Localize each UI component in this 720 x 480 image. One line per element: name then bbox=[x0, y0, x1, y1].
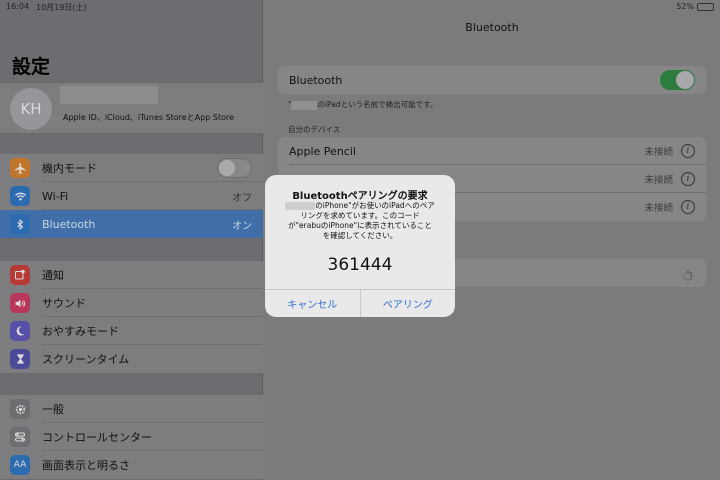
loading-spinner-icon bbox=[682, 267, 694, 282]
discoverable-caption: " のiPadという名前で検出可能です。 bbox=[288, 100, 438, 110]
sidebar-item-label: 通知 bbox=[42, 269, 64, 282]
wifi-icon bbox=[10, 186, 30, 206]
airplane-icon bbox=[10, 158, 30, 178]
settings-sidebar: 設定 KH Apple ID、iCloud、iTunes StoreとApp S… bbox=[0, 0, 263, 480]
sidebar-item-label: 機内モード bbox=[42, 162, 97, 175]
notifications-icon bbox=[10, 265, 30, 285]
sidebar-item-label: スクリーンタイム bbox=[42, 353, 130, 366]
moon-icon bbox=[10, 321, 30, 341]
device-name: Apple Pencil bbox=[289, 144, 356, 158]
airplane-mode-toggle[interactable] bbox=[217, 158, 252, 178]
alert-message: のiPhone"がお使いのiPadへのペア リングを求めています。このコード が… bbox=[277, 201, 443, 241]
info-icon[interactable]: i bbox=[681, 144, 695, 158]
info-icon[interactable]: i bbox=[681, 200, 695, 214]
sound-icon bbox=[10, 293, 30, 313]
sidebar-item-control-center[interactable]: コントロールセンター bbox=[0, 423, 263, 451]
pairing-code: 361444 bbox=[327, 255, 393, 275]
sidebar-item-label: コントロールセンター bbox=[42, 431, 152, 444]
sidebar-item-label: 画面表示と明るさ bbox=[42, 459, 130, 472]
sidebar-title: 設定 bbox=[12, 56, 51, 78]
avatar: KH bbox=[10, 88, 52, 130]
wifi-status-value: オフ bbox=[232, 192, 252, 204]
profile-subtitle: Apple ID、iCloud、iTunes StoreとApp Store bbox=[63, 113, 235, 122]
bluetooth-toggle[interactable] bbox=[660, 70, 695, 90]
device-name-redacted bbox=[291, 100, 318, 110]
bluetooth-toggle-card: Bluetooth bbox=[278, 66, 706, 94]
device-status: 未接続 bbox=[644, 175, 673, 186]
alert-title: Bluetoothペアリングの要求 bbox=[292, 191, 428, 202]
pair-button[interactable]: ペアリング bbox=[359, 290, 456, 317]
sidebar-item-airplane-mode[interactable]: 機内モード bbox=[0, 154, 263, 182]
status-time: 16:04 bbox=[6, 2, 30, 11]
sidebar-item-notifications[interactable]: 通知 bbox=[0, 261, 263, 289]
bluetooth-toggle-label: Bluetooth bbox=[289, 73, 343, 87]
sidebar-item-sound[interactable]: サウンド bbox=[0, 289, 263, 317]
status-date: 10月19日(土) bbox=[36, 3, 87, 12]
gear-icon bbox=[10, 399, 30, 419]
alert-message-line1: のiPhone"がお使いのiPadへのペア bbox=[315, 201, 435, 210]
page-title: Bluetooth bbox=[465, 21, 519, 34]
sidebar-item-label: Wi-Fi bbox=[42, 189, 69, 203]
profile-name-redacted bbox=[60, 86, 158, 104]
battery-icon bbox=[697, 2, 714, 11]
hourglass-icon bbox=[10, 349, 30, 369]
sidebar-item-label: 一般 bbox=[42, 403, 64, 416]
sidebar-item-display-brightness[interactable]: AA 画面表示と明るさ bbox=[0, 451, 263, 479]
info-icon[interactable]: i bbox=[681, 172, 695, 186]
bluetooth-toggle-row: Bluetooth bbox=[278, 66, 706, 94]
sidebar-item-bluetooth[interactable]: Bluetooth オン bbox=[0, 210, 263, 238]
sidebar-item-label: サウンド bbox=[42, 297, 86, 310]
bluetooth-icon bbox=[10, 214, 30, 234]
alert-message-line2: リングを求めています。このコード bbox=[300, 211, 420, 220]
display-icon: AA bbox=[10, 455, 30, 475]
sidebar-item-general[interactable]: 一般 bbox=[0, 395, 263, 423]
sidebar-group-general: 一般 コントロールセンター AA 画面表示と明るさ bbox=[0, 395, 263, 479]
sidebar-item-screen-time[interactable]: スクリーンタイム bbox=[0, 345, 263, 373]
control-center-icon bbox=[10, 427, 30, 447]
sidebar-group-notifications: 通知 サウンド おやすみモード スクリーンタイム bbox=[0, 261, 263, 373]
device-row-apple-pencil[interactable]: Apple Pencil 未接続 i bbox=[278, 137, 706, 165]
pairing-request-alert: Bluetoothペアリングの要求 のiPhone"がお使いのiPadへのペア … bbox=[265, 175, 455, 317]
device-status: 未接続 bbox=[644, 147, 673, 158]
cancel-button[interactable]: キャンセル bbox=[265, 290, 360, 317]
sidebar-item-do-not-disturb[interactable]: おやすみモード bbox=[0, 317, 263, 345]
bluetooth-status-value: オン bbox=[232, 220, 252, 232]
sidebar-item-label: Bluetooth bbox=[42, 217, 96, 231]
alert-message-line3: が"erabuのiPhone"に表示されていること bbox=[288, 221, 432, 230]
sidebar-item-wifi[interactable]: Wi-Fi オフ bbox=[0, 182, 263, 210]
alert-message-line4: を確認してください。 bbox=[322, 231, 398, 240]
sidebar-item-label: おやすみモード bbox=[42, 325, 119, 338]
battery-indicator: 52% bbox=[676, 2, 714, 11]
battery-percent: 52% bbox=[676, 2, 694, 11]
discoverable-text: のiPadという名前で検出可能です。 bbox=[317, 100, 438, 109]
device-status: 未接続 bbox=[644, 203, 673, 214]
apple-id-profile[interactable]: KH Apple ID、iCloud、iTunes StoreとApp Stor… bbox=[0, 82, 263, 134]
sidebar-group-connectivity: 機内モード Wi-Fi オフ Bluetooth オン bbox=[0, 154, 263, 238]
device-name-redacted bbox=[285, 202, 316, 210]
status-bar: 16:04 10月19日(土) 52% bbox=[0, 0, 720, 14]
my-devices-header: 自分のデバイス bbox=[288, 125, 341, 134]
alert-buttons: キャンセル ペアリング bbox=[265, 289, 455, 317]
